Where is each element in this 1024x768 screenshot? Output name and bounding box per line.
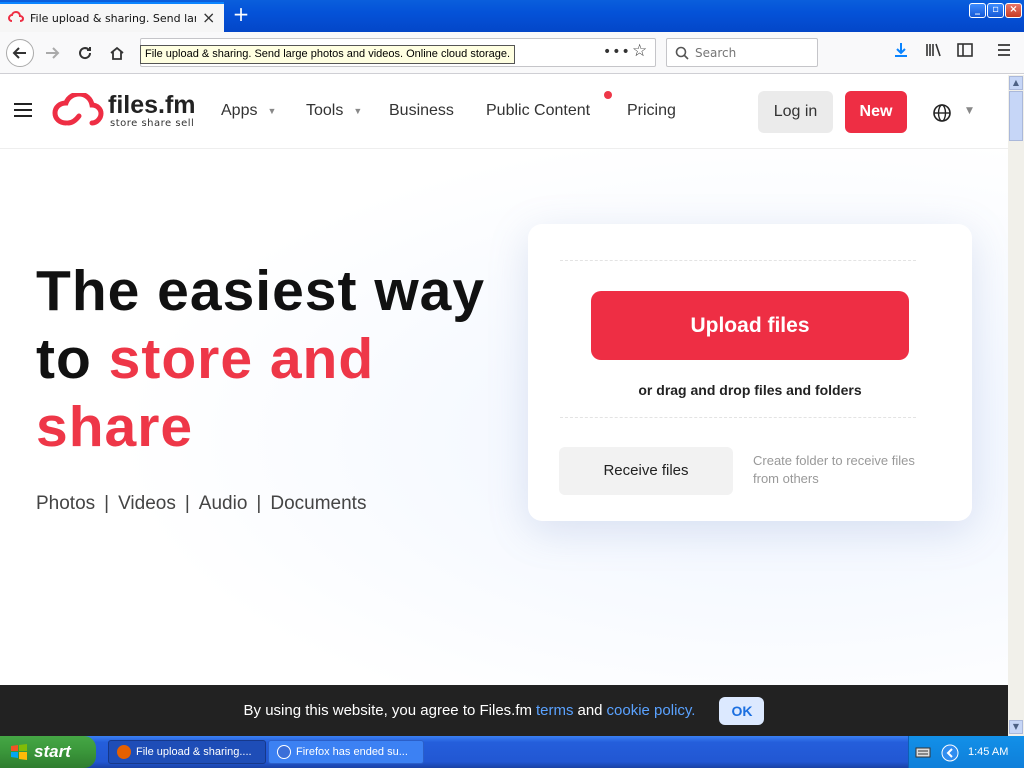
- scroll-up-arrow-icon[interactable]: ▲: [1009, 76, 1023, 90]
- globe-icon[interactable]: [932, 103, 952, 123]
- logo-name: files.fm: [108, 91, 196, 119]
- reload-icon: [79, 47, 92, 60]
- login-button[interactable]: Log in: [758, 91, 833, 133]
- media-types: Photos | Videos | Audio | Documents: [36, 493, 366, 515]
- forward-arrow-icon: [46, 47, 60, 59]
- language-chevron-down-icon[interactable]: ▼: [966, 106, 973, 116]
- task-label: File upload & sharing....: [136, 746, 252, 758]
- forward-button[interactable]: [38, 39, 66, 67]
- media-documents: Documents: [270, 493, 367, 514]
- bookmark-star-icon[interactable]: ☆: [632, 41, 647, 61]
- tab-title: File upload & sharing. Send large photos…: [30, 11, 196, 25]
- task-label: Firefox has ended su...: [296, 746, 408, 758]
- taskbar-item-firefox-page[interactable]: File upload & sharing....: [108, 740, 266, 764]
- keyboard-icon[interactable]: [915, 745, 931, 759]
- search-input[interactable]: [695, 45, 805, 60]
- close-window-icon[interactable]: ×: [1005, 3, 1022, 18]
- firefox-icon: [277, 745, 291, 759]
- notification-dot: [604, 91, 612, 99]
- sidebar-icon[interactable]: [957, 42, 973, 62]
- nav-tools-label: Tools: [306, 102, 344, 119]
- hamburger-menu-icon[interactable]: [14, 103, 32, 117]
- hero-headline: The easiest way to store and share: [36, 257, 516, 461]
- chevron-down-icon: ▼: [267, 105, 277, 116]
- media-separator: |: [104, 493, 110, 514]
- firefox-icon: [117, 745, 131, 759]
- chevron-down-icon: ▼: [353, 105, 363, 116]
- minimize-window-icon[interactable]: _: [969, 3, 986, 18]
- tab-close-icon[interactable]: ×: [202, 10, 215, 26]
- headline-line-3: share: [36, 395, 194, 459]
- headline-line-1: The easiest way: [36, 259, 486, 323]
- scroll-down-arrow-icon[interactable]: ▼: [1009, 720, 1023, 734]
- taskbar-item-firefox-crash[interactable]: Firefox has ended su...: [268, 740, 424, 764]
- media-separator: |: [184, 493, 190, 514]
- media-videos: Videos: [118, 493, 176, 514]
- cookie-ok-button[interactable]: OK: [719, 696, 765, 725]
- media-photos: Photos: [36, 493, 96, 514]
- back-button[interactable]: [6, 39, 34, 67]
- home-icon: [110, 46, 124, 60]
- headline-accent: store and: [108, 327, 375, 391]
- nav-apps[interactable]: Apps ▼: [221, 102, 276, 120]
- search-box[interactable]: [666, 38, 818, 67]
- receive-files-button[interactable]: Receive files: [559, 447, 733, 495]
- reload-button[interactable]: [71, 39, 99, 67]
- terms-link[interactable]: terms: [536, 702, 574, 719]
- start-button[interactable]: start: [0, 736, 96, 768]
- media-separator: |: [256, 493, 262, 514]
- headline-line-2: to store and: [36, 325, 516, 393]
- restore-window-icon[interactable]: ▫: [987, 3, 1004, 18]
- start-label: start: [34, 742, 71, 761]
- media-audio: Audio: [198, 493, 248, 514]
- cookie-text: By using this website, you agree to File…: [243, 702, 532, 719]
- new-button[interactable]: New: [845, 91, 907, 133]
- nav-business[interactable]: Business: [389, 102, 454, 120]
- files-fm-logo[interactable]: files.fm store share sell: [52, 93, 196, 129]
- home-button[interactable]: [103, 39, 131, 67]
- new-tab-icon[interactable]: +: [230, 4, 252, 26]
- logo-tagline: store share sell: [110, 118, 195, 129]
- cloud-logo-icon: [52, 93, 104, 126]
- taskbar: start File upload & sharing.... Firefox …: [0, 736, 1024, 768]
- nav-tools[interactable]: Tools ▼: [306, 102, 362, 120]
- clock: 1:45 AM: [968, 746, 1009, 758]
- nav-public-content[interactable]: Public Content: [486, 102, 590, 120]
- browser-title-bar: File upload & sharing. Send large photos…: [0, 0, 1024, 32]
- upload-files-button[interactable]: Upload files: [591, 291, 909, 360]
- downloads-icon[interactable]: [893, 42, 909, 62]
- web-page: files.fm store share sell Apps ▼ Tools ▼ B…: [0, 75, 1008, 736]
- tab-tooltip: File upload & sharing. Send large photos…: [140, 45, 516, 64]
- receive-files-hint: Create folder to receive files from othe…: [753, 453, 915, 486]
- headline-plain: to: [36, 327, 109, 391]
- nav-apps-label: Apps: [221, 102, 258, 119]
- cookie-and: and: [577, 702, 603, 719]
- library-icon[interactable]: [925, 42, 943, 62]
- windows-flag-icon: [11, 744, 27, 760]
- tray-chevron-icon[interactable]: [941, 744, 959, 762]
- upload-card: Upload files or drag and drop files and …: [528, 224, 972, 521]
- scroll-thumb[interactable]: [1009, 91, 1023, 141]
- site-header: files.fm store share sell Apps ▼ Tools ▼ B…: [0, 75, 1008, 149]
- cookie-consent-bar: By using this website, you agree to File…: [0, 685, 1008, 736]
- cookie-policy-link[interactable]: cookie policy.: [607, 702, 696, 719]
- browser-tab[interactable]: File upload & sharing. Send large photos…: [0, 2, 224, 32]
- files-fm-favicon-icon: [8, 10, 24, 22]
- page-actions-icon[interactable]: •••: [603, 44, 631, 60]
- back-arrow-icon: [12, 47, 26, 59]
- drag-drop-hint: or drag and drop files and folders: [638, 382, 862, 398]
- menu-icon[interactable]: [997, 42, 1011, 61]
- page-scrollbar[interactable]: ▲ ▼: [1008, 75, 1024, 736]
- search-icon: [675, 46, 689, 60]
- nav-pricing[interactable]: Pricing: [627, 102, 676, 120]
